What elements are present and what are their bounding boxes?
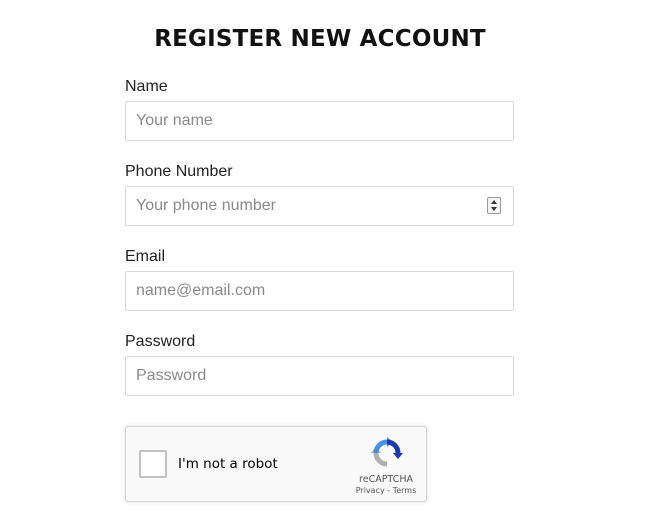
recaptcha-checkbox-label: I'm not a robot — [178, 456, 278, 472]
email-label: Email — [125, 248, 166, 265]
recaptcha-checkbox[interactable] — [139, 450, 167, 478]
recaptcha-brand: reCAPTCHA — [359, 474, 413, 485]
email-input[interactable] — [125, 271, 514, 311]
phone-number-stepper[interactable] — [487, 197, 501, 214]
recaptcha-widget: I'm not a robot reCAPTCHA Privacy - Term… — [125, 426, 427, 502]
terms-link[interactable]: Terms — [393, 486, 417, 495]
page-title: REGISTER NEW ACCOUNT — [154, 26, 486, 52]
phone-number-label: Phone Number — [125, 163, 233, 180]
password-input[interactable] — [125, 356, 514, 396]
stepper-up-icon[interactable] — [491, 200, 497, 204]
name-input[interactable] — [125, 101, 514, 141]
recaptcha-logo-icon — [371, 437, 403, 467]
phone-number-input[interactable] — [125, 186, 514, 226]
name-label: Name — [125, 78, 168, 95]
privacy-link[interactable]: Privacy — [356, 486, 385, 495]
link-separator: - — [384, 486, 393, 495]
recaptcha-links: Privacy - Terms — [346, 486, 426, 496]
stepper-down-icon[interactable] — [491, 207, 497, 211]
password-label: Password — [125, 333, 196, 350]
